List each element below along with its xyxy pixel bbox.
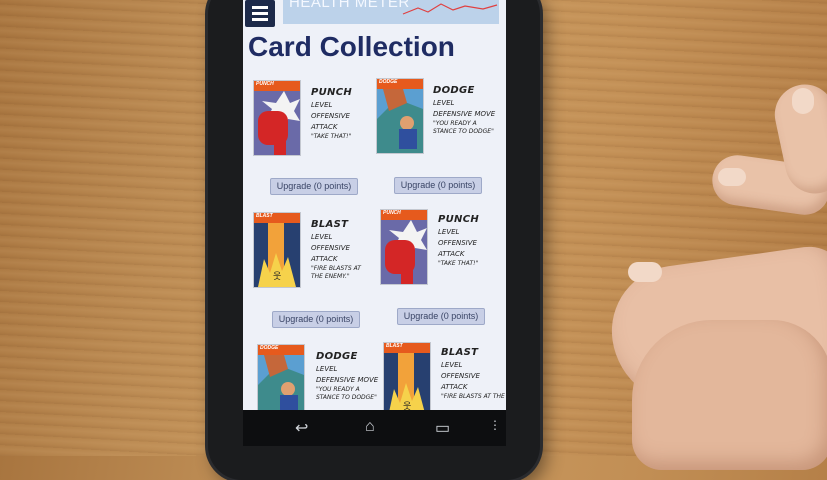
card-info-blast: BLAST LEVEL OFFENSIVE ATTACK "FIRE BLAST…: [441, 347, 505, 401]
top-bar: HEALTH METER: [243, 0, 506, 28]
card-name: PUNCH: [311, 87, 353, 98]
upgrade-button[interactable]: Upgrade (0 points): [394, 177, 482, 194]
health-meter-label: HEALTH METER: [289, 0, 410, 11]
card-header-label: PUNCH: [256, 81, 274, 87]
card-name: PUNCH: [438, 214, 480, 225]
dodge-illustration: [258, 355, 304, 410]
card-type: OFFENSIVE: [311, 112, 350, 120]
card-level: LEVEL: [311, 101, 333, 109]
card-punch[interactable]: PUNCH: [253, 80, 301, 156]
card-quote: "TAKE THAT!": [438, 260, 479, 267]
card-level: LEVEL: [438, 228, 460, 236]
card-header-label: DODGE: [379, 79, 398, 85]
card-type: DEFENSIVE MOVE: [316, 376, 379, 384]
blast-illustration: 웃: [254, 223, 300, 287]
fist-illustration: [258, 91, 300, 155]
dodge-illustration: [377, 89, 423, 153]
upgrade-button[interactable]: Upgrade (0 points): [272, 311, 360, 328]
home-icon[interactable]: ⌂: [365, 418, 375, 436]
card-level: LEVEL: [441, 361, 463, 369]
card-kind: ATTACK: [311, 255, 338, 263]
more-options-icon[interactable]: ⋮: [489, 418, 501, 432]
card-punch[interactable]: PUNCH: [380, 209, 428, 285]
card-name: BLAST: [311, 219, 349, 230]
card-blast[interactable]: BLAST 웃: [253, 212, 301, 288]
card-quote: "YOU READY A STANCE TO DODGE": [433, 120, 494, 135]
fingernail: [628, 262, 662, 282]
back-icon[interactable]: ↩: [295, 418, 308, 438]
card-header-label: BLAST: [256, 213, 273, 219]
card-info-punch: PUNCH LEVEL OFFENSIVE ATTACK "TAKE THAT!…: [311, 87, 352, 141]
card-dodge[interactable]: DODGE: [257, 344, 305, 410]
card-info-dodge: DODGE LEVEL DEFENSIVE MOVE "YOU READY A …: [316, 351, 378, 402]
fist-illustration: [385, 220, 427, 284]
card-level: LEVEL: [311, 233, 333, 241]
page-title: Card Collection: [248, 31, 455, 62]
svg-text:웃: 웃: [403, 401, 411, 410]
recents-icon[interactable]: ▭: [435, 418, 450, 438]
upgrade-button[interactable]: Upgrade (0 points): [270, 178, 358, 195]
fingernail: [718, 168, 746, 186]
card-quote: "TAKE THAT!": [311, 133, 352, 140]
svg-text:웃: 웃: [273, 271, 281, 282]
card-type: OFFENSIVE: [311, 244, 350, 252]
card-quote: "YOU READY A STANCE TO DODGE": [316, 386, 377, 401]
card-type: OFFENSIVE: [438, 239, 477, 247]
card-name: DODGE: [316, 351, 358, 362]
card-header-label: PUNCH: [383, 210, 401, 216]
card-blast[interactable]: BLAST 웃: [383, 342, 431, 410]
card-type: OFFENSIVE: [441, 372, 480, 380]
card-kind: ATTACK: [441, 383, 468, 391]
fingernail: [792, 88, 814, 114]
health-meter: HEALTH METER: [283, 0, 499, 24]
card-kind: ATTACK: [438, 250, 465, 258]
card-level: LEVEL: [316, 365, 338, 373]
android-nav-bar: ↩ ⌂ ▭ ⋮: [243, 410, 506, 446]
card-info-blast: BLAST LEVEL OFFENSIVE ATTACK "FIRE BLAST…: [311, 219, 373, 281]
card-kind: ATTACK: [311, 123, 338, 131]
hamburger-menu-icon[interactable]: [245, 0, 275, 27]
card-quote: "FIRE BLASTS AT THE: [441, 393, 505, 400]
blast-illustration: 웃: [384, 353, 430, 410]
card-header-label: DODGE: [260, 345, 279, 351]
card-quote: "FIRE BLASTS AT THE ENEMY.": [311, 265, 361, 280]
card-type: DEFENSIVE MOVE: [433, 110, 496, 118]
upgrade-button[interactable]: Upgrade (0 points): [397, 308, 485, 325]
card-level: LEVEL: [433, 99, 455, 107]
card-name: BLAST: [441, 347, 479, 358]
card-info-dodge: DODGE LEVEL DEFENSIVE MOVE "YOU READY A …: [433, 85, 497, 136]
card-name: DODGE: [433, 85, 475, 96]
phone-screen: HEALTH METER Card Collection PUNCH PUNCH…: [243, 0, 506, 410]
card-header-label: BLAST: [386, 343, 403, 349]
card-dodge[interactable]: DODGE: [376, 78, 424, 154]
hand-palm: [632, 320, 827, 470]
card-info-punch: PUNCH LEVEL OFFENSIVE ATTACK "TAKE THAT!…: [438, 214, 479, 268]
